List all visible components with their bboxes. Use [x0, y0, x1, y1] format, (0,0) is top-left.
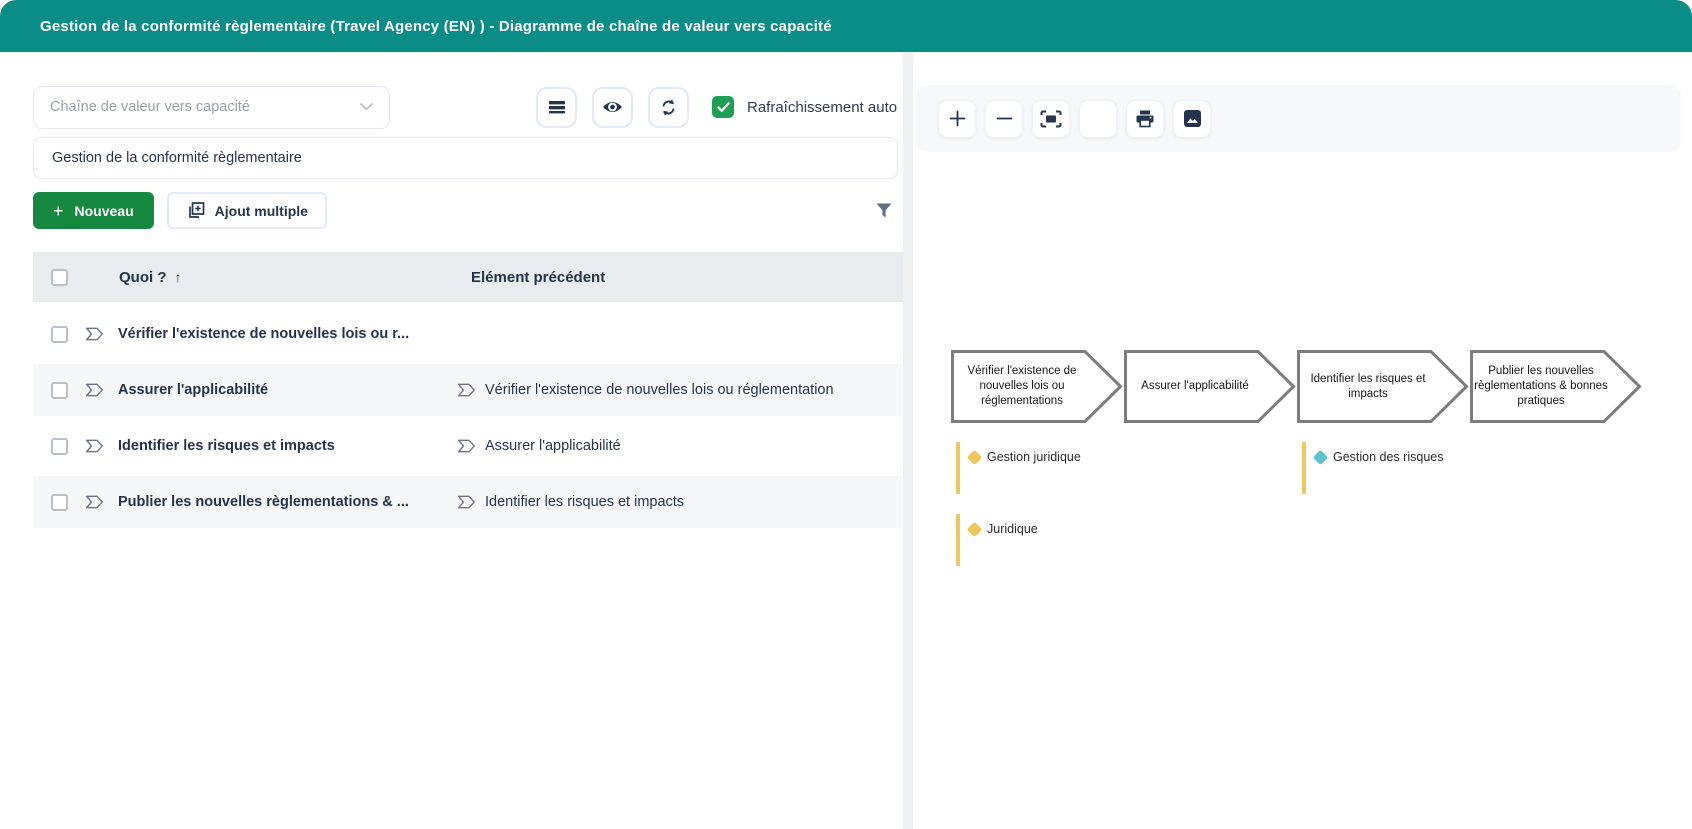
table-row[interactable]: Vérifier l'existence de nouvelles lois o… [33, 308, 905, 360]
capability-item[interactable]: Gestion des risques [1302, 442, 1443, 494]
multi-add-icon [186, 201, 205, 220]
controls-row: Chaîne de valeur vers capacité [33, 85, 905, 129]
row-prev-label: Identifier les risques et impacts [485, 494, 684, 510]
capability-bar [956, 442, 960, 494]
select-all-checkbox[interactable] [51, 269, 68, 286]
row-what[interactable]: Assurer l'applicabilité [118, 382, 457, 398]
new-button-label: Nouveau [75, 203, 134, 219]
auto-refresh-label: Rafraîchissement auto [747, 99, 897, 116]
view-toolbar [536, 87, 689, 128]
row-prev-label: Vérifier l'existence de nouvelles lois o… [485, 382, 834, 398]
auto-refresh-toggle[interactable]: Rafraîchissement auto [712, 96, 897, 118]
capability-diamond-icon [967, 521, 983, 537]
rows-icon [548, 100, 566, 115]
row-what[interactable]: Vérifier l'existence de nouvelles lois o… [118, 326, 457, 342]
titlebar: Gestion de la conformité règlementaire (… [0, 0, 1692, 52]
table-row[interactable]: Identifier les risques et impacts Assure… [33, 420, 905, 472]
new-button[interactable]: + Nouveau [33, 192, 154, 229]
view-type-value: Chaîne de valeur vers capacité [50, 99, 360, 115]
capability-diamond-icon [967, 449, 983, 465]
refresh-button[interactable] [648, 87, 689, 128]
list-layout-button[interactable] [536, 87, 577, 128]
capability-label: Juridique [987, 522, 1038, 536]
chevron-down-icon [360, 103, 373, 111]
diagram-canvas[interactable]: Vérifier l'existence de nouvelles lois o… [916, 52, 1692, 829]
row-checkbox[interactable] [51, 438, 68, 455]
row-prev-label: Assurer l'applicabilité [485, 438, 621, 454]
preview-button[interactable] [592, 87, 633, 128]
value-chain-element-icon [457, 495, 476, 509]
value-chain-element-icon [85, 383, 104, 397]
capability-item[interactable]: Juridique [956, 514, 1038, 566]
panel-divider[interactable] [903, 52, 913, 829]
refresh-icon [659, 98, 678, 117]
check-icon [717, 102, 730, 113]
elements-table: Quoi ? ↑ Elément précédent Vérifier l'ex… [33, 252, 905, 528]
sort-asc-icon[interactable]: ↑ [175, 269, 182, 285]
capability-diamond-icon [1313, 449, 1329, 465]
value-chain-shape[interactable]: Identifier les risques et impacts [1297, 350, 1469, 423]
row-prev[interactable]: Assurer l'applicabilité [457, 438, 621, 454]
row-checkbox[interactable] [51, 494, 68, 511]
table-row[interactable]: Assurer l'applicabilité Vérifier l'exist… [33, 364, 905, 416]
value-chain-element-icon [85, 439, 104, 453]
list-panel: Chaîne de valeur vers capacité [0, 52, 905, 829]
plus-icon: + [53, 202, 64, 220]
page-title: Gestion de la conformité règlementaire (… [40, 18, 832, 35]
row-prev[interactable]: Identifier les risques et impacts [457, 494, 684, 510]
table-header: Quoi ? ↑ Elément précédent [33, 252, 905, 302]
multi-add-label: Ajout multiple [215, 203, 308, 219]
funnel-icon [875, 202, 893, 219]
value-chain-element-icon [85, 495, 104, 509]
table-body: Vérifier l'existence de nouvelles lois o… [33, 308, 905, 528]
capability-label: Gestion des risques [1333, 450, 1443, 464]
app-window: Gestion de la conformité règlementaire (… [0, 0, 1692, 829]
capability-item[interactable]: Gestion juridique [956, 442, 1081, 494]
capability-bar [1302, 442, 1306, 494]
capability-bar [956, 514, 960, 566]
value-chain-shape[interactable]: Assurer l'applicabilité [1124, 350, 1296, 423]
value-chain-element-icon [457, 383, 476, 397]
value-chain-element-icon [85, 327, 104, 341]
eye-icon [602, 99, 623, 115]
column-header-what[interactable]: Quoi ? ↑ [119, 269, 471, 286]
value-chain-shape[interactable]: Vérifier l'existence de nouvelles lois o… [951, 350, 1123, 423]
value-chain-label: Assurer l'applicabilité [1128, 350, 1262, 423]
value-chain-label: Identifier les risques et impacts [1301, 350, 1435, 423]
row-checkbox[interactable] [51, 326, 68, 343]
value-chain-shape[interactable]: Publier les nouvelles règlementations & … [1470, 350, 1642, 423]
filter-button[interactable] [875, 202, 893, 219]
actions-row: + Nouveau Ajout multiple [33, 192, 898, 229]
row-prev[interactable]: Vérifier l'existence de nouvelles lois o… [457, 382, 834, 398]
element-name-input[interactable] [33, 137, 898, 179]
multi-add-button[interactable]: Ajout multiple [167, 192, 327, 229]
column-header-previous[interactable]: Elément précédent [471, 269, 605, 286]
auto-refresh-checkbox[interactable] [712, 96, 734, 118]
table-row[interactable]: Publier les nouvelles règlementations & … [33, 476, 905, 528]
row-what[interactable]: Identifier les risques et impacts [118, 438, 457, 454]
row-what[interactable]: Publier les nouvelles règlementations & … [118, 494, 457, 510]
view-type-select[interactable]: Chaîne de valeur vers capacité [33, 86, 390, 129]
row-checkbox[interactable] [51, 382, 68, 399]
value-chain-label: Vérifier l'existence de nouvelles lois o… [955, 350, 1089, 423]
diagram-panel: Vérifier l'existence de nouvelles lois o… [916, 52, 1692, 829]
capability-label: Gestion juridique [987, 450, 1081, 464]
value-chain-element-icon [457, 439, 476, 453]
column-what-label: Quoi ? [119, 269, 167, 286]
value-chain-label: Publier les nouvelles règlementations & … [1474, 350, 1608, 423]
